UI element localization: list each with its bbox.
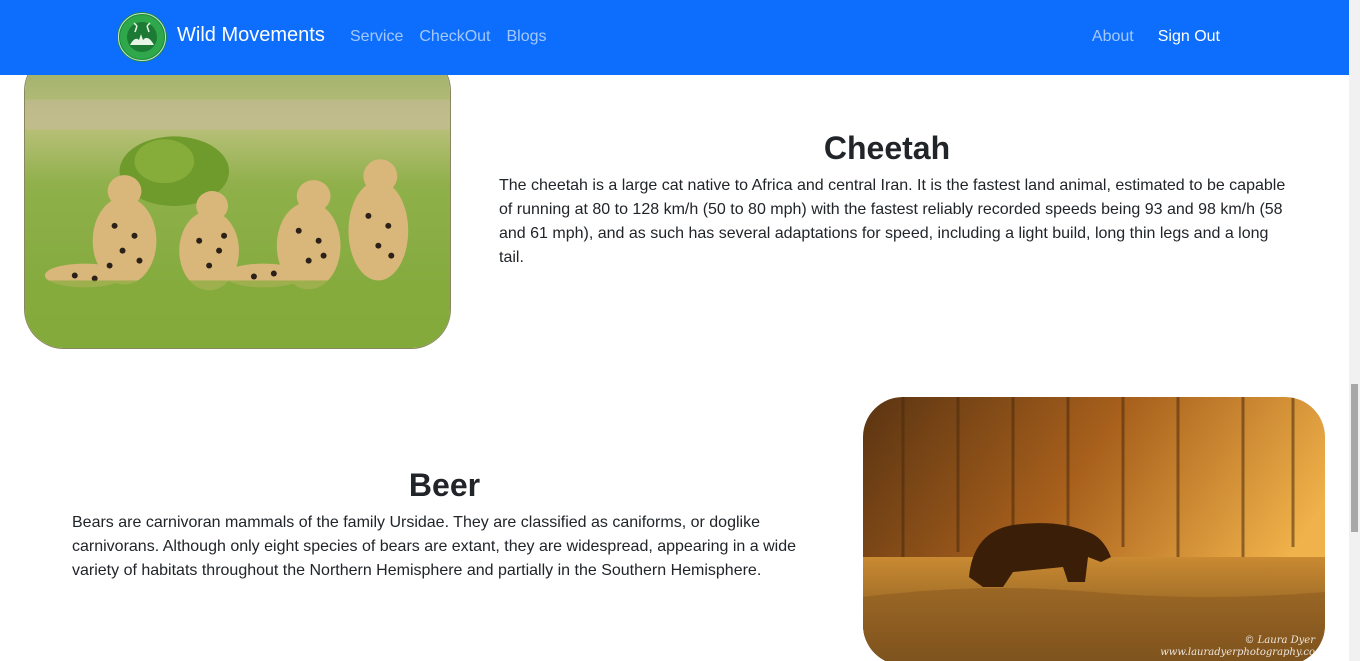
navbar: Wild Movements Service CheckOut Blogs Ab…: [0, 0, 1349, 75]
photo-credit-name: © Laura Dyer: [1244, 635, 1315, 646]
photo-credit-url: www.lauradyerphotography.co: [1160, 647, 1315, 658]
nav-link-checkout[interactable]: CheckOut: [419, 27, 490, 47]
logo-icon: [117, 12, 167, 62]
page-scrollbar[interactable]: [1349, 0, 1360, 661]
nav-link-about[interactable]: About: [1092, 27, 1134, 47]
nav-link-blogs[interactable]: Blogs: [507, 27, 547, 47]
bear-description: Bears are carnivoran mammals of the fami…: [72, 514, 796, 579]
cheetah-title: Cheetah: [823, 130, 951, 166]
cheetah-description: The cheetah is a large cat native to Afr…: [499, 177, 1286, 266]
bear-image: © Laura Dyer www.lauradyerphotography.co: [863, 397, 1325, 661]
brand-link[interactable]: Wild Movements: [117, 12, 325, 62]
scrollbar-thumb[interactable]: [1351, 384, 1358, 532]
cheetah-image: [24, 51, 451, 349]
brand-name: Wild Movements: [177, 23, 325, 46]
nav-link-service[interactable]: Service: [350, 27, 403, 47]
nav-right: About Sign Out: [1092, 27, 1220, 47]
photo-credit: © Laura Dyer www.lauradyerphotography.co: [1160, 635, 1315, 659]
nav-left: Service CheckOut Blogs: [350, 27, 547, 47]
bear-title: Beer: [408, 467, 481, 503]
sign-out-link[interactable]: Sign Out: [1158, 27, 1220, 47]
